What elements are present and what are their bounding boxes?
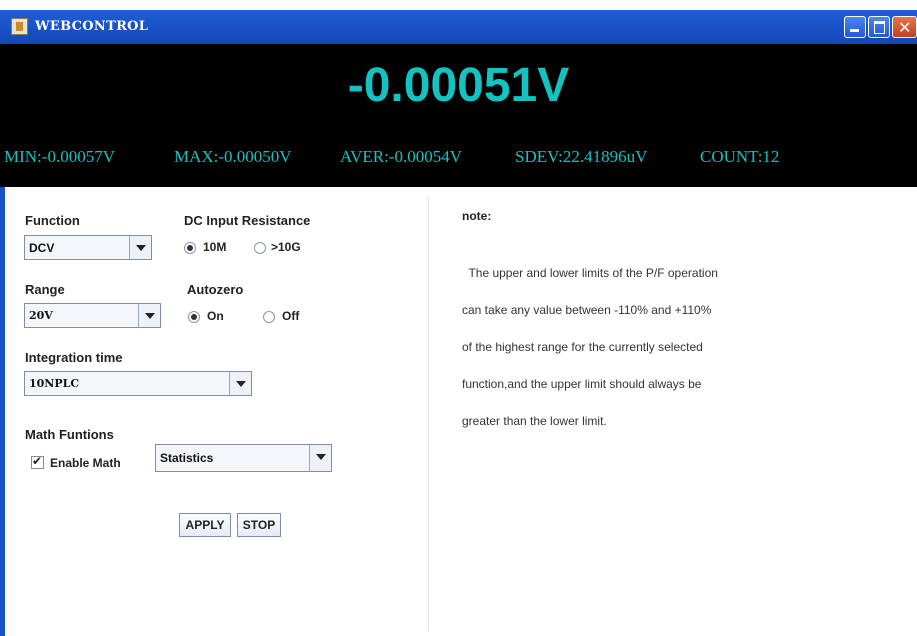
close-button[interactable]: ✕ <box>892 16 917 38</box>
dc-input-resistance-label: DC Input Resistance <box>184 213 311 228</box>
note-line: greater than the lower limit. <box>462 413 607 428</box>
stop-button[interactable]: STOP <box>237 513 281 537</box>
autozero-label: Autozero <box>187 282 244 297</box>
stat-aver: AVER:-0.00054V <box>340 147 462 166</box>
range-value: 20V <box>29 309 53 322</box>
title-bar: WEBCONTROL ✕ <box>0 10 917 44</box>
maximize-button[interactable] <box>868 16 890 38</box>
range-label: Range <box>25 282 65 297</box>
resistance-10g-label: >10G <box>271 240 301 254</box>
autozero-off-label: Off <box>282 309 300 323</box>
minimize-button[interactable] <box>844 16 866 38</box>
chevron-down-icon[interactable] <box>129 236 151 259</box>
math-functions-label: Math Funtions <box>25 427 114 442</box>
integration-time-select[interactable]: 10NPLC <box>24 371 252 396</box>
math-function-value: Statistics <box>160 451 214 465</box>
note-line: of the highest range for the currently s… <box>462 339 703 354</box>
stat-min: MIN:-0.00057V <box>4 147 115 166</box>
stat-max: MAX:-0.00050V <box>174 147 292 166</box>
java-coffee-icon <box>11 18 28 35</box>
resistance-10m-label: 10M <box>203 240 227 254</box>
note-line: The upper and lower limits of the P/F op… <box>462 265 718 280</box>
note-title: note: <box>462 209 492 223</box>
autozero-on-label: On <box>207 309 224 323</box>
function-select[interactable]: DCV <box>24 235 152 260</box>
enable-math-label: Enable Math <box>50 456 121 470</box>
main-reading: -0.00051V <box>347 59 570 112</box>
stat-sdev: SDEV:22.41896uV <box>515 147 648 166</box>
autozero-on-radio[interactable] <box>188 311 200 323</box>
note-line: function,and the upper limit should alwa… <box>462 376 702 391</box>
chevron-down-icon[interactable] <box>138 304 160 327</box>
math-function-select[interactable]: Statistics <box>155 444 332 472</box>
resistance-10m-radio[interactable] <box>184 242 196 254</box>
note-text: The upper and lower limits of the P/F op… <box>462 245 822 449</box>
range-select[interactable]: 20V <box>24 303 161 328</box>
window-title: WEBCONTROL <box>35 19 149 34</box>
note-line: can take any value between -110% and +11… <box>462 302 712 317</box>
integration-time-value: 10NPLC <box>29 377 80 390</box>
apply-button[interactable]: APPLY <box>179 513 231 537</box>
integration-time-label: Integration time <box>25 350 123 365</box>
function-label: Function <box>25 213 80 228</box>
resistance-10g-radio[interactable] <box>254 242 266 254</box>
enable-math-checkbox[interactable] <box>31 454 44 469</box>
window-left-border <box>0 187 5 636</box>
panel-divider <box>428 196 429 631</box>
close-icon: ✕ <box>898 18 912 37</box>
chevron-down-icon[interactable] <box>309 445 331 471</box>
chevron-down-icon[interactable] <box>229 372 251 395</box>
stat-count: COUNT:12 <box>700 147 780 166</box>
function-value: DCV <box>29 241 55 255</box>
measurement-display: -0.00051V MIN:-0.00057V MAX:-0.00050V AV… <box>0 44 917 187</box>
autozero-off-radio[interactable] <box>263 311 275 323</box>
